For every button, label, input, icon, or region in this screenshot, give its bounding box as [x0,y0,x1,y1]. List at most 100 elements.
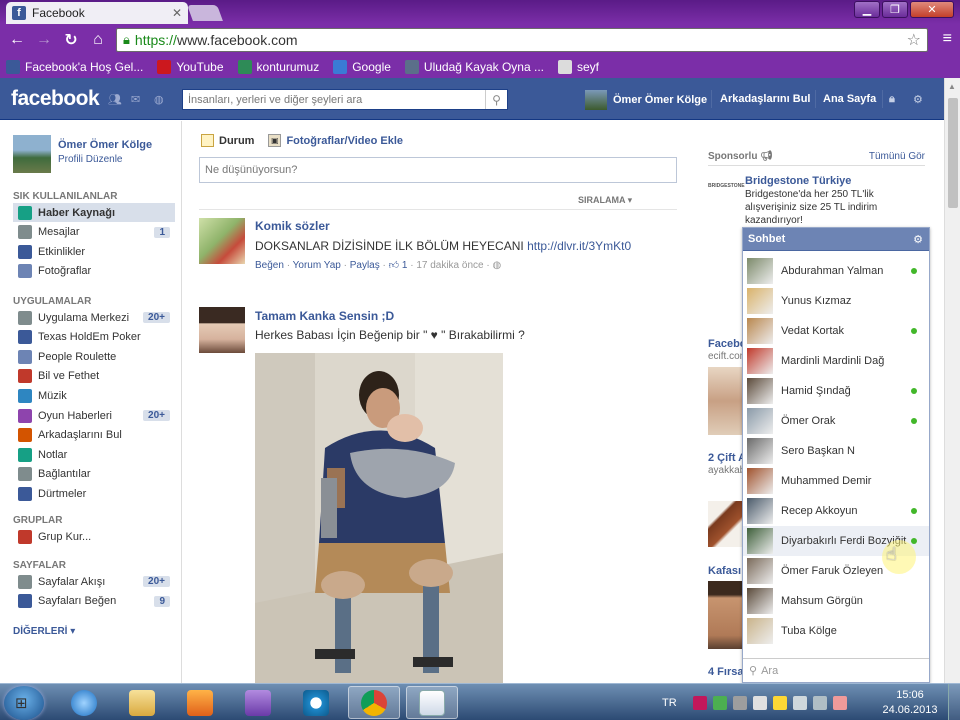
ad-title[interactable]: 4 Fırsa [708,666,743,678]
sidebar-item[interactable]: Bağlantılar [13,465,175,484]
tray-volume-muted-icon[interactable] [832,695,847,710]
bookmark-item[interactable]: Google [333,60,391,74]
scrollbar-thumb[interactable] [948,98,958,208]
ad-title[interactable]: 2 Çift A [708,452,746,464]
bookmark-item[interactable]: Uludağ Kayak Oyna ... [404,60,544,74]
browser-tab-facebook[interactable]: f Facebook ✕ [6,2,188,24]
tab-add-photo[interactable]: ▣ Fotoğraflar/Video Ekle [268,134,403,147]
address-bar[interactable]: 🔒︎ https://www.facebook.com ☆ [116,28,928,52]
tray-drive-icon[interactable] [752,695,767,710]
facebook-search-input[interactable]: İnsanları, yerleri ve diğer şeyleri ara … [182,89,508,110]
sidebar-item[interactable]: Sayfalar Akışı 20+ [13,572,175,591]
tray-app-icon[interactable] [692,695,707,710]
tray-battery-icon[interactable] [712,695,727,710]
home-button[interactable]: ⌂ [87,29,109,51]
status-composer-input[interactable]: Ne düşünüyorsun? [199,157,677,183]
notifications-globe-icon[interactable]: ◍ [154,93,168,106]
chat-friend-row[interactable]: Ömer Orak [743,406,929,436]
sidebar-item[interactable]: Notlar [13,445,175,464]
tray-device-icon[interactable] [732,695,747,710]
nav-find-friends[interactable]: Arkadaşlarını Bul [720,93,810,105]
tab-status[interactable]: Durum [201,134,254,147]
post-author-avatar[interactable] [199,307,245,353]
header-profile-link[interactable]: Ömer Ömer Kölge [585,89,707,110]
comment-link[interactable]: Yorum Yap [293,260,341,271]
sidebar-item[interactable]: Haber Kaynağı [13,203,175,222]
tab-close-icon[interactable]: ✕ [172,6,182,20]
chat-friend-row[interactable]: Abdurahman Yalman [743,256,929,286]
bookmark-star-icon[interactable]: ☆ [907,30,921,50]
sidebar-item[interactable]: Etkinlikler [13,242,175,261]
chat-header[interactable]: Sohbet ⚙ [743,228,929,251]
sidebar-item[interactable]: People Roulette [13,347,175,366]
language-indicator[interactable]: TR [662,697,677,709]
close-window-button[interactable]: ✕ [910,1,954,18]
chat-friend-row[interactable]: Vedat Kortak [743,316,929,346]
post-photo[interactable] [255,353,503,683]
chat-search-input[interactable]: ⚲ Ara [743,658,929,682]
chat-friend-row[interactable]: Hamid Şındağ [743,376,929,406]
bookmark-item[interactable]: seyf [558,60,599,74]
ad-title[interactable]: Facebo [708,338,747,350]
settings-gear-icon[interactable]: ⚙ [913,93,923,106]
sidebar-item[interactable]: Mesajlar 1 [13,223,175,242]
bookmark-item[interactable]: YouTube [157,60,224,74]
page-scrollbar[interactable]: ▲ [944,78,960,683]
facebook-logo[interactable]: facebook [11,87,100,111]
sort-dropdown[interactable]: SIRALAMA ▾ [578,195,632,206]
ad-image[interactable] [708,367,744,435]
see-all-link[interactable]: Tümünü Gör [869,151,925,162]
sidebar-item[interactable]: Grup Kur... [13,527,175,546]
post-author[interactable]: Komik sözler [255,219,330,233]
like-count[interactable]: 👍︎ 1 [389,260,408,271]
back-button[interactable]: ← [6,29,28,51]
scroll-up-arrow-icon[interactable]: ▲ [948,82,956,91]
start-button[interactable]: ⊞ [4,686,44,720]
sidebar-item[interactable]: Dürtmeler [13,484,175,503]
chat-friend-row[interactable]: Mahsum Görgün [743,586,929,616]
new-tab-button[interactable] [187,5,223,21]
tray-network-icon[interactable] [812,695,827,710]
chrome-menu-icon[interactable]: ≡ [943,30,952,48]
chat-settings-gear-icon[interactable]: ⚙ [913,233,923,246]
edit-profile-link[interactable]: Profili Düzenle [58,154,122,165]
taskbar-chrome[interactable] [348,686,400,719]
share-link[interactable]: Paylaş [350,260,380,271]
taskbar-app[interactable] [290,686,342,719]
like-link[interactable]: Beğen [255,260,284,271]
forward-button[interactable]: → [33,29,55,51]
minimize-button[interactable]: ▁ [854,1,880,18]
chat-friend-row[interactable]: Sero Başkan N [743,436,929,466]
ad-title[interactable]: Kafası [708,565,741,577]
chat-friend-row[interactable]: Yunus Kızmaz [743,286,929,316]
taskbar-media-player[interactable] [174,686,226,719]
sidebar-item[interactable]: Arkadaşlarını Bul [13,426,175,445]
nav-home[interactable]: Ana Sayfa [823,93,876,105]
sidebar-item[interactable]: Bil ve Fethet [13,367,175,386]
messages-jewel-icon[interactable]: ✉︎ [131,93,145,106]
chat-friend-row[interactable]: Muhammed Demir [743,466,929,496]
taskbar-paint[interactable] [406,686,458,719]
profile-avatar[interactable] [13,135,51,173]
ad-image[interactable] [708,581,744,649]
post-author-avatar[interactable] [199,218,245,264]
reload-button[interactable]: ↻ [60,29,82,51]
tray-security-icon[interactable] [772,695,787,710]
ad-title[interactable]: Bridgestone Türkiye [745,175,851,187]
post-author[interactable]: Tamam Kanka Sensin ;D [255,309,394,323]
taskbar-internet-explorer[interactable] [58,686,110,719]
sidebar-item[interactable]: Uygulama Merkezi 20+ [13,308,175,327]
tray-flag-icon[interactable] [792,695,807,710]
search-icon[interactable]: ⚲ [485,90,507,109]
post-time[interactable]: 17 dakika önce [416,260,483,271]
sidebar-item[interactable]: Fotoğraflar [13,262,175,281]
chat-friend-row[interactable]: Mardinli Mardinli Dağ [743,346,929,376]
ad-image[interactable] [708,501,744,547]
bookmark-item[interactable]: Facebook'a Hoş Gel... [6,60,143,74]
sidebar-item[interactable]: Sayfaları Beğen 9 [13,592,175,611]
privacy-lock-icon[interactable]: 🔒︎ [889,93,895,106]
chat-friend-row[interactable]: Recep Akkoyun [743,496,929,526]
bookmark-item[interactable]: konturumuz [237,60,319,74]
post-link[interactable]: http://dlvr.it/3YmKt0 [527,239,631,253]
show-desktop-button[interactable] [948,684,960,720]
